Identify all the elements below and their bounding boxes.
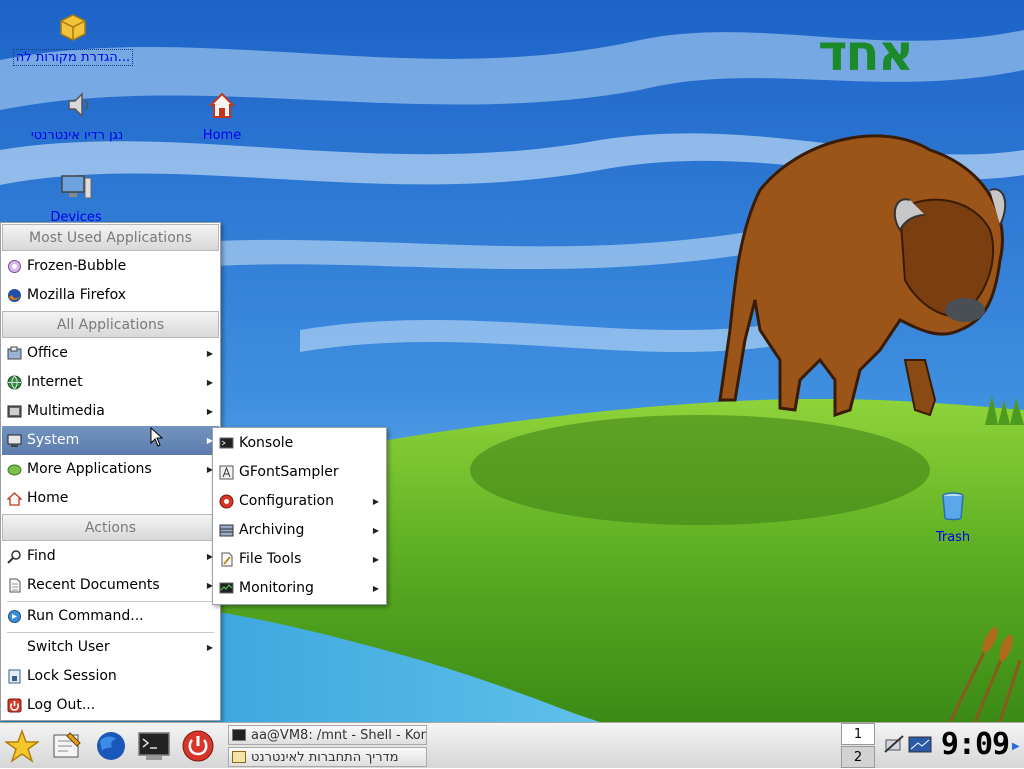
submenu-item-gfontsampler[interactable]: GFontSampler bbox=[214, 458, 385, 487]
desktop-icon-label: Home bbox=[202, 128, 242, 143]
trash-icon bbox=[942, 492, 964, 521]
kmenu-header-most-used: Most Used Applications bbox=[2, 224, 219, 251]
configuration-icon bbox=[219, 494, 234, 509]
desktop-pager: 1 2 bbox=[841, 723, 875, 769]
menu-item-more-applications[interactable]: More Applications ▶ bbox=[2, 455, 219, 484]
submenu-item-file-tools[interactable]: File Tools ▶ bbox=[214, 545, 385, 574]
chevron-right-icon: ▶ bbox=[206, 643, 213, 652]
power-icon bbox=[182, 730, 214, 762]
pager-desktop-1[interactable]: 1 bbox=[841, 723, 875, 745]
chevron-right-icon: ▶ bbox=[372, 555, 379, 564]
quicklaunch-logout[interactable] bbox=[181, 729, 215, 767]
menu-item-switch-user[interactable]: Switch User ▶ bbox=[2, 633, 219, 662]
submenu-item-konsole[interactable]: Konsole bbox=[214, 429, 385, 458]
document-icon bbox=[9, 578, 21, 593]
menu-item-system[interactable]: System ▶ bbox=[2, 426, 219, 455]
menu-item-log-out[interactable]: Log Out... bbox=[2, 691, 219, 720]
quicklaunch-firefox[interactable] bbox=[94, 729, 128, 767]
home-icon bbox=[208, 92, 236, 118]
display-icon bbox=[908, 736, 932, 753]
chevron-right-icon: ▶ bbox=[206, 378, 213, 387]
home-icon bbox=[7, 492, 22, 506]
pager-desktop-2[interactable]: 2 bbox=[841, 746, 875, 768]
task-button-internet-guide[interactable]: מדריך התחברות לאינטרנט bbox=[228, 747, 427, 767]
menu-item-recent-documents[interactable]: Recent Documents ▶ bbox=[2, 571, 219, 600]
terminal-icon bbox=[219, 437, 234, 449]
desktop-icon-radio[interactable]: נגן רדיו אינטרנטי bbox=[22, 90, 132, 143]
star-icon bbox=[3, 728, 41, 763]
package-icon bbox=[60, 14, 86, 41]
more-applications-icon bbox=[7, 464, 22, 476]
desktop-icon-devices[interactable]: Devices bbox=[44, 172, 108, 225]
network-icon bbox=[884, 735, 904, 753]
terminal-icon bbox=[232, 729, 246, 741]
quicklaunch-terminal[interactable] bbox=[137, 729, 171, 767]
globe-icon bbox=[97, 732, 125, 760]
speaker-icon bbox=[68, 92, 88, 118]
desktop-icon-sources[interactable]: הגדרת מקורות לה... bbox=[8, 12, 138, 66]
menu-item-office[interactable]: Office ▶ bbox=[2, 339, 219, 368]
menu-item-frozen-bubble[interactable]: Frozen-Bubble bbox=[2, 252, 219, 281]
desktop-icon-trash[interactable]: Trash bbox=[926, 490, 980, 545]
taskbar: aa@VM8: /mnt - Shell - Konsole מדריך התח… bbox=[0, 722, 1024, 768]
monitoring-icon bbox=[219, 582, 234, 594]
logout-icon bbox=[7, 698, 22, 713]
menu-item-lock-session[interactable]: Lock Session bbox=[2, 662, 219, 691]
taskbar-arrow-icon[interactable]: ▶ bbox=[1012, 741, 1020, 752]
font-icon bbox=[219, 465, 234, 480]
submenu-item-configuration[interactable]: Configuration ▶ bbox=[214, 487, 385, 516]
menu-item-internet[interactable]: Internet ▶ bbox=[2, 368, 219, 397]
office-icon bbox=[7, 346, 22, 360]
logo: אחד bbox=[818, 24, 914, 82]
clock[interactable]: 9:09 bbox=[940, 725, 1010, 765]
kmenu-button[interactable] bbox=[3, 728, 41, 767]
globe-icon bbox=[7, 375, 22, 390]
chevron-right-icon: ▶ bbox=[206, 407, 213, 416]
menu-item-home[interactable]: Home bbox=[2, 484, 219, 513]
submenu-item-archiving[interactable]: Archiving ▶ bbox=[214, 516, 385, 545]
file-tools-icon bbox=[221, 552, 233, 567]
mouse-cursor bbox=[150, 427, 164, 447]
kmenu-header-actions: Actions bbox=[2, 514, 219, 541]
editor-icon bbox=[53, 732, 81, 758]
firefox-icon bbox=[8, 289, 21, 302]
tray-network[interactable] bbox=[883, 734, 905, 760]
submenu-item-monitoring[interactable]: Monitoring ▶ bbox=[214, 574, 385, 603]
archive-icon bbox=[219, 524, 234, 537]
search-icon bbox=[7, 550, 21, 564]
chevron-right-icon: ▶ bbox=[372, 584, 379, 593]
run-command-icon bbox=[8, 610, 21, 623]
lock-icon bbox=[8, 669, 21, 684]
quicklaunch-editor[interactable] bbox=[50, 729, 84, 767]
frozen-bubble-icon bbox=[8, 260, 21, 273]
desktop-icon-label: Trash bbox=[935, 530, 971, 545]
desktop-icon-label: הגדרת מקורות לה... bbox=[12, 49, 134, 66]
chevron-right-icon: ▶ bbox=[372, 526, 379, 535]
kmenu: Most Used Applications Frozen-Bubble Moz… bbox=[0, 222, 221, 721]
chevron-right-icon: ▶ bbox=[206, 349, 213, 358]
multimedia-icon bbox=[7, 405, 22, 418]
document-icon bbox=[232, 751, 246, 763]
system-icon bbox=[7, 434, 22, 447]
desktop-icon-home[interactable]: Home bbox=[190, 90, 254, 143]
desktop-icon-label: נגן רדיו אינטרנטי bbox=[30, 128, 124, 143]
tray-display[interactable] bbox=[908, 734, 932, 760]
computer-icon bbox=[61, 175, 92, 199]
menu-item-run-command[interactable]: Run Command... bbox=[2, 602, 219, 631]
chevron-right-icon: ▶ bbox=[372, 497, 379, 506]
terminal-icon bbox=[138, 732, 170, 760]
menu-item-firefox[interactable]: Mozilla Firefox bbox=[2, 281, 219, 310]
menu-item-find[interactable]: Find ▶ bbox=[2, 542, 219, 571]
task-button-konsole[interactable]: aa@VM8: /mnt - Shell - Konsole bbox=[228, 725, 427, 745]
kmenu-header-all: All Applications bbox=[2, 311, 219, 338]
menu-item-multimedia[interactable]: Multimedia ▶ bbox=[2, 397, 219, 426]
system-submenu: Konsole GFontSampler Configuration ▶ Arch… bbox=[212, 427, 387, 605]
